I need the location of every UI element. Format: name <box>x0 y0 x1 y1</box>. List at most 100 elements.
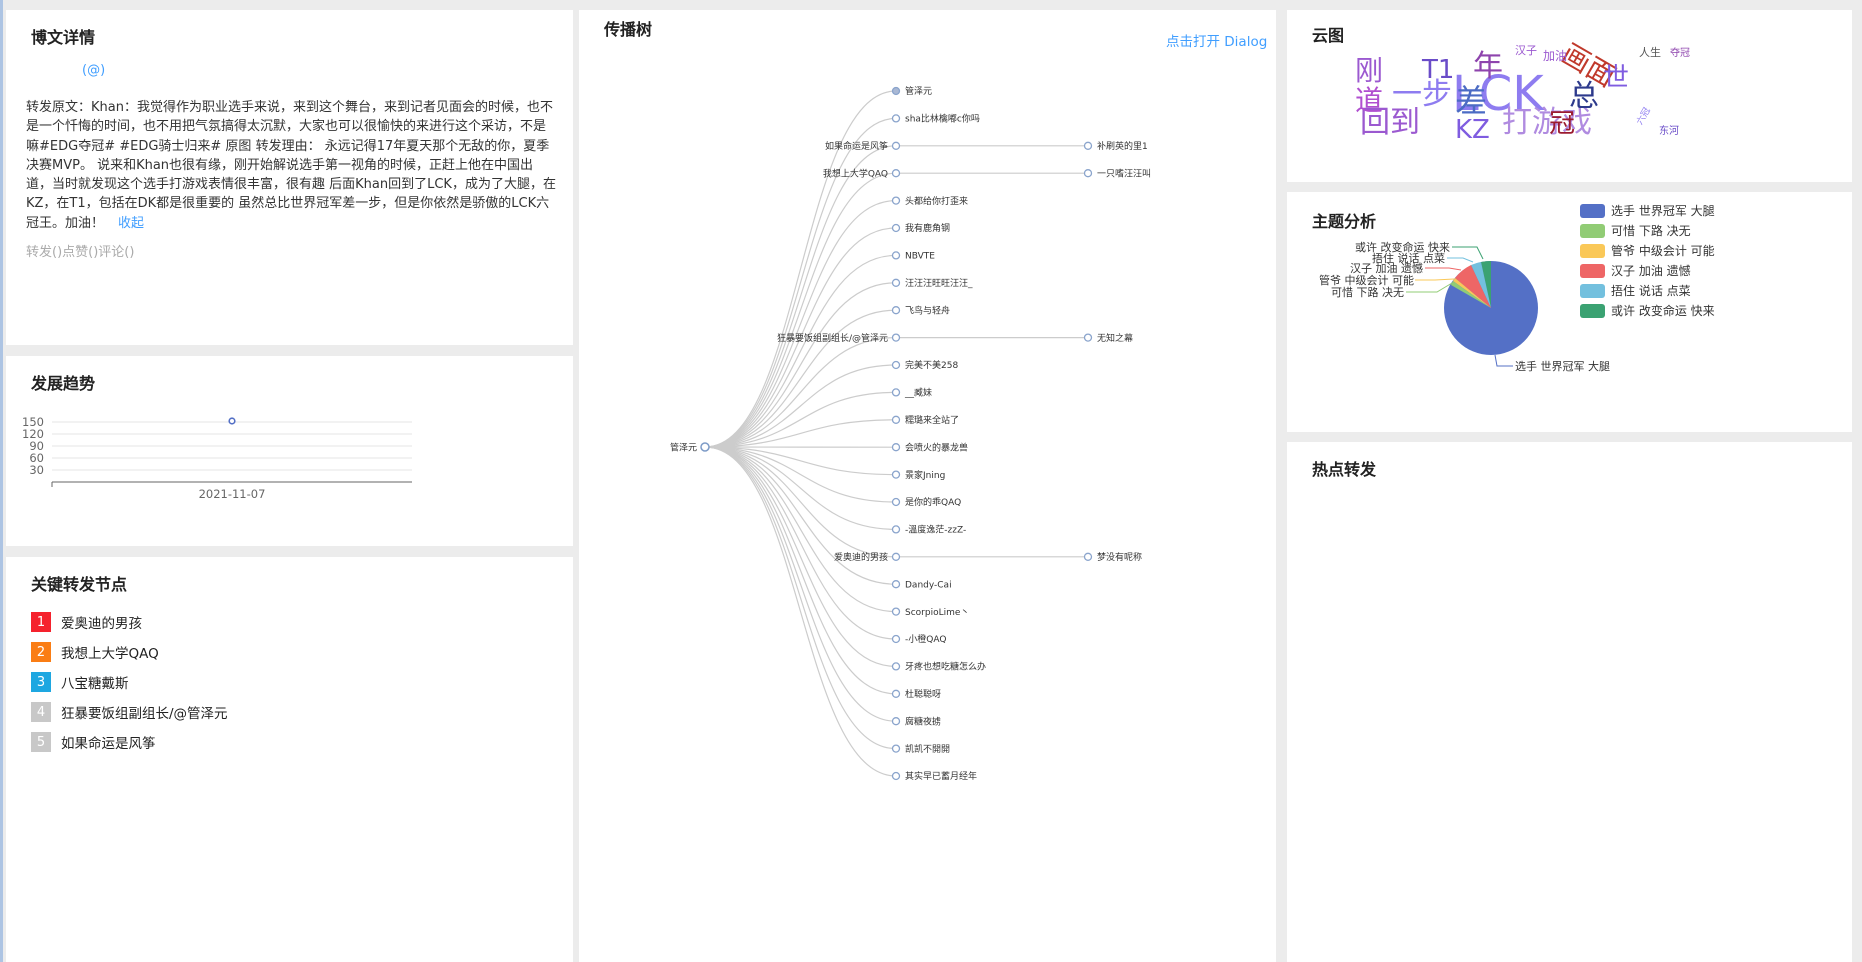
tree-edge <box>704 446 897 613</box>
rank-badge: 2 <box>31 642 51 662</box>
tree-node[interactable] <box>891 744 901 753</box>
key-node-4[interactable]: 4 狂暴要饭组副组长/@管泽元 <box>31 702 228 722</box>
tree-node-label: 管泽元 <box>670 442 697 454</box>
legend-label: 捂住 说话 点菜 <box>1611 284 1691 298</box>
tree-node-label: 糯璐来全站了 <box>905 414 959 426</box>
key-node-3[interactable]: 3 八宝糖戴斯 <box>31 672 129 692</box>
tree-edge <box>704 446 897 558</box>
key-node-name: 如果命运是风筝 <box>61 736 156 752</box>
tree-node-label: 爱奥迪的男孩 <box>834 551 888 563</box>
tree-node[interactable] <box>891 141 901 150</box>
tree-node[interactable] <box>891 86 901 96</box>
tree-node-label: 会喷火的暴龙兽 <box>905 441 968 453</box>
tree-node[interactable] <box>1083 141 1093 150</box>
tree-node[interactable] <box>1083 169 1093 178</box>
tree-node[interactable] <box>891 114 901 123</box>
tree-node-label: 一只嗜汪汪叫 <box>1097 168 1151 179</box>
tree-node-label: 狂暴要饭组副组长/@管泽元 <box>777 332 888 344</box>
tree-node[interactable] <box>891 360 901 370</box>
key-node-5[interactable]: 5 如果命运是风筝 <box>31 732 156 752</box>
key-nodes-card: 关键转发节点 1 爱奥迪的男孩 2 我想上大学QAQ 3 八宝糖戴斯 4 狂暴要… <box>6 557 573 962</box>
tree-node[interactable] <box>891 169 901 178</box>
tree-node[interactable] <box>891 580 901 589</box>
legend-item[interactable]: 或许 改变命运 快来 <box>1580 302 1715 319</box>
tree-node[interactable] <box>891 497 901 507</box>
tree-node[interactable] <box>891 525 901 534</box>
tree-edge <box>704 145 897 448</box>
legend-item[interactable]: 捂住 说话 点菜 <box>1580 282 1691 299</box>
tree-node[interactable] <box>891 771 901 781</box>
blog-author-mention[interactable]: (@) <box>82 63 105 78</box>
collapse-link[interactable]: 收起 <box>118 216 144 231</box>
blog-text: 转发原文：Khan：我觉得作为职业选手来说，来到这个舞台，来到记者见面会的时候，… <box>26 100 556 231</box>
tree-node-label: 牙疼也想吃糖怎么办 <box>905 661 986 673</box>
tree-node-label: 管泽元 <box>905 85 932 97</box>
legend-swatch <box>1580 223 1605 238</box>
tree-node[interactable] <box>891 333 901 342</box>
tree-node[interactable] <box>891 223 901 233</box>
key-node-1[interactable]: 1 爱奥迪的男孩 <box>31 612 142 632</box>
pie-label: 可惜 下路 决无 <box>1331 285 1404 299</box>
tree-node-label: NBVTE <box>905 252 935 262</box>
tree-node[interactable] <box>891 552 901 561</box>
legend-label: 或许 改变命运 快来 <box>1611 304 1715 318</box>
tree-node[interactable] <box>891 443 901 452</box>
tree-node-label: 头都给你打歪来 <box>905 195 968 207</box>
tree-node[interactable] <box>891 689 901 698</box>
tree-edge <box>704 117 897 448</box>
tree-node[interactable] <box>1083 333 1093 342</box>
tree-node-label: 杜聪聪呀 <box>905 688 941 700</box>
hot-reposts-title: 热点转发 <box>1312 460 1377 479</box>
tree-node-root[interactable] <box>700 442 710 452</box>
hot-reposts-card: 热点转发 <box>1287 442 1852 962</box>
key-node-2[interactable]: 2 我想上大学QAQ <box>31 642 159 662</box>
cloud-word: 东河 <box>1659 124 1679 137</box>
key-node-name: 我想上大学QAQ <box>61 646 159 662</box>
cloud-word: 加油 <box>1543 49 1567 63</box>
tree-node[interactable] <box>891 662 901 671</box>
tree-node[interactable] <box>891 634 901 644</box>
tree-node-label: 无知之幕 <box>1097 332 1133 344</box>
tree-node-label: 是你的乖QAQ <box>905 496 961 508</box>
tree-node[interactable] <box>891 251 901 260</box>
tree-node-label: 凯凯不開開 <box>905 743 950 755</box>
tree-edge <box>704 200 897 448</box>
x-tick: 2021-11-07 <box>199 487 266 501</box>
tree-node[interactable] <box>891 607 901 616</box>
tree-node-label: ScorpioLime丶 <box>905 608 969 618</box>
pie-label: 选手 世界冠军 大腿 <box>1515 359 1610 373</box>
blog-content: 转发原文：Khan：我觉得作为职业选手来说，来到这个舞台，来到记者见面会的时候，… <box>26 98 556 233</box>
tree-node[interactable] <box>891 306 901 315</box>
cloud-word: 道 <box>1355 84 1383 117</box>
blog-detail-title: 博文详情 <box>31 28 96 47</box>
tree-node[interactable] <box>891 278 901 287</box>
tree-node-label: -小橙QAQ <box>905 633 946 645</box>
legend-item[interactable]: 管爷 中级会计 可能 <box>1580 242 1715 259</box>
y-tick: 30 <box>29 463 44 477</box>
legend-label: 选手 世界冠军 大腿 <box>1611 204 1715 218</box>
key-nodes-title: 关键转发节点 <box>31 575 128 594</box>
cloud-word: 刚 <box>1355 54 1383 87</box>
tree-edge <box>704 446 897 695</box>
window-edge <box>0 0 3 962</box>
tree-node[interactable] <box>891 196 901 205</box>
tree-node[interactable] <box>1083 552 1093 561</box>
topic-pie-chart: 或许 改变命运 快来 捂住 说话 点菜 汉子 加油 遗憾 管爷 中级会计 可能 … <box>1319 240 1610 373</box>
tree-edge <box>704 446 897 777</box>
rank-badge: 4 <box>31 702 51 722</box>
trend-point[interactable] <box>228 417 236 425</box>
tree-node-label: 景家Jning <box>905 469 945 481</box>
topic-analysis-card: 主题分析 或许 改变命运 快来 捂住 说话 点菜 汉子 加油 遗憾 管爷 中级会… <box>1287 192 1852 432</box>
tree-node[interactable] <box>891 717 901 726</box>
legend-item[interactable]: 可惜 下路 决无 <box>1580 222 1691 239</box>
tree-node[interactable] <box>891 470 901 479</box>
legend-swatch <box>1580 243 1605 258</box>
tree-node[interactable] <box>891 415 901 424</box>
tree-node[interactable] <box>891 388 901 397</box>
legend-item[interactable]: 选手 世界冠军 大腿 <box>1580 202 1715 219</box>
legend-swatch <box>1580 203 1605 218</box>
legend-swatch <box>1580 263 1605 278</box>
word-cloud: LCK 打游戏 回到 一步 差 KZ 刚 道 T1 年 总 画面 冠 世 汉子 … <box>1355 37 1690 145</box>
legend-item[interactable]: 汉子 加油 遗憾 <box>1580 262 1691 279</box>
legend-label: 汉子 加油 遗憾 <box>1611 264 1691 278</box>
